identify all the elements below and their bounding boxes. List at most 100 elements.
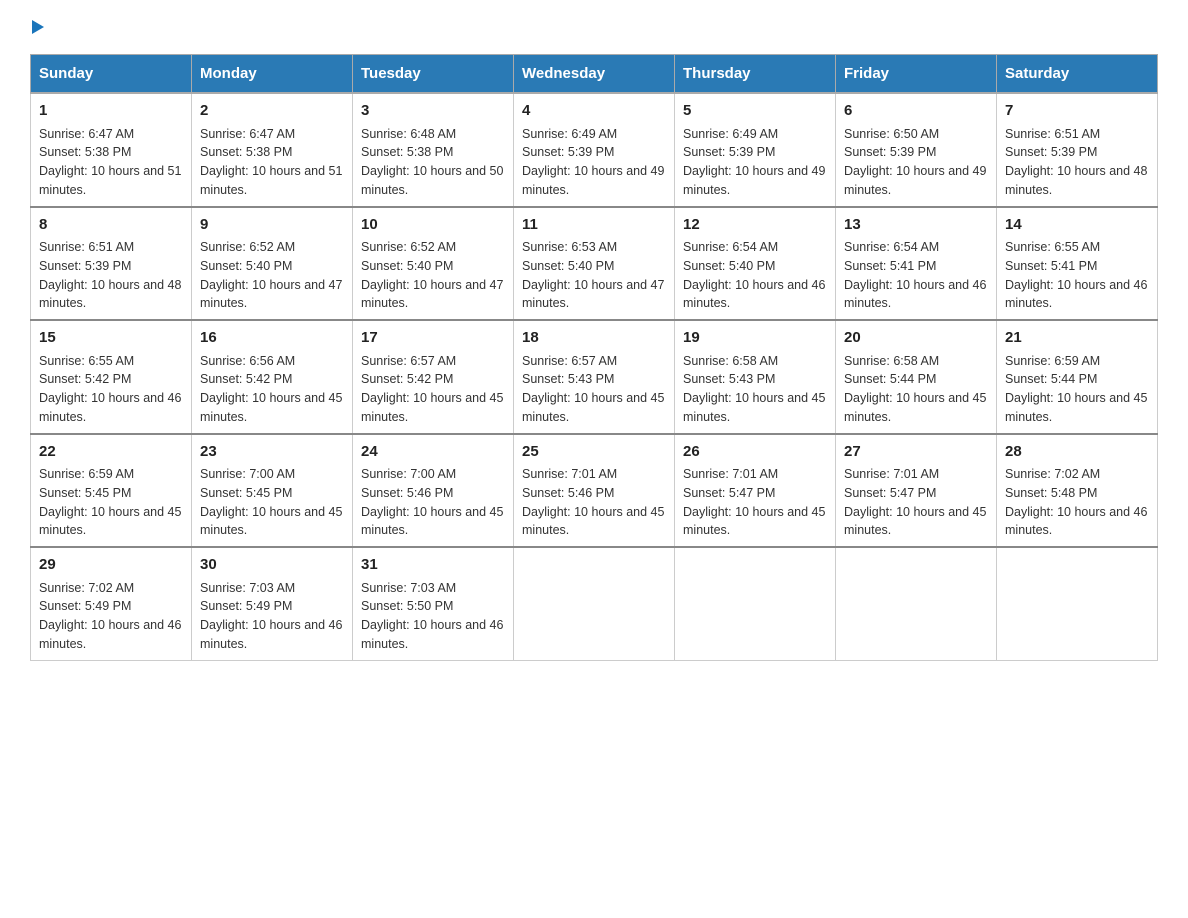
day-info: Sunrise: 7:03 AMSunset: 5:49 PMDaylight:… (200, 579, 344, 654)
calendar-cell: 1Sunrise: 6:47 AMSunset: 5:38 PMDaylight… (31, 93, 192, 207)
calendar-cell: 11Sunrise: 6:53 AMSunset: 5:40 PMDayligh… (514, 207, 675, 321)
day-info: Sunrise: 6:59 AMSunset: 5:45 PMDaylight:… (39, 465, 183, 540)
calendar-cell: 26Sunrise: 7:01 AMSunset: 5:47 PMDayligh… (675, 434, 836, 548)
calendar-cell: 5Sunrise: 6:49 AMSunset: 5:39 PMDaylight… (675, 93, 836, 207)
day-info: Sunrise: 6:47 AMSunset: 5:38 PMDaylight:… (39, 125, 183, 200)
calendar-cell: 24Sunrise: 7:00 AMSunset: 5:46 PMDayligh… (353, 434, 514, 548)
calendar-header-friday: Friday (836, 55, 997, 94)
day-number: 22 (39, 441, 183, 464)
calendar-week-row: 15Sunrise: 6:55 AMSunset: 5:42 PMDayligh… (31, 320, 1158, 434)
day-info: Sunrise: 7:02 AMSunset: 5:48 PMDaylight:… (1005, 465, 1149, 540)
day-number: 13 (844, 214, 988, 237)
calendar-header-row: SundayMondayTuesdayWednesdayThursdayFrid… (31, 55, 1158, 94)
day-number: 16 (200, 327, 344, 350)
calendar-week-row: 1Sunrise: 6:47 AMSunset: 5:38 PMDaylight… (31, 93, 1158, 207)
day-number: 28 (1005, 441, 1149, 464)
day-info: Sunrise: 6:53 AMSunset: 5:40 PMDaylight:… (522, 238, 666, 313)
day-number: 5 (683, 100, 827, 123)
calendar-cell: 14Sunrise: 6:55 AMSunset: 5:41 PMDayligh… (997, 207, 1158, 321)
calendar-cell: 31Sunrise: 7:03 AMSunset: 5:50 PMDayligh… (353, 547, 514, 660)
calendar-header-monday: Monday (192, 55, 353, 94)
calendar-cell: 21Sunrise: 6:59 AMSunset: 5:44 PMDayligh… (997, 320, 1158, 434)
day-number: 3 (361, 100, 505, 123)
calendar-cell: 13Sunrise: 6:54 AMSunset: 5:41 PMDayligh… (836, 207, 997, 321)
calendar-cell: 16Sunrise: 6:56 AMSunset: 5:42 PMDayligh… (192, 320, 353, 434)
day-info: Sunrise: 6:52 AMSunset: 5:40 PMDaylight:… (200, 238, 344, 313)
day-info: Sunrise: 7:01 AMSunset: 5:47 PMDaylight:… (844, 465, 988, 540)
day-info: Sunrise: 7:01 AMSunset: 5:47 PMDaylight:… (683, 465, 827, 540)
day-number: 6 (844, 100, 988, 123)
day-info: Sunrise: 6:49 AMSunset: 5:39 PMDaylight:… (522, 125, 666, 200)
calendar-cell: 17Sunrise: 6:57 AMSunset: 5:42 PMDayligh… (353, 320, 514, 434)
calendar-header-saturday: Saturday (997, 55, 1158, 94)
calendar-cell: 30Sunrise: 7:03 AMSunset: 5:49 PMDayligh… (192, 547, 353, 660)
day-number: 1 (39, 100, 183, 123)
page-header (30, 20, 1158, 34)
day-info: Sunrise: 6:49 AMSunset: 5:39 PMDaylight:… (683, 125, 827, 200)
calendar-cell: 10Sunrise: 6:52 AMSunset: 5:40 PMDayligh… (353, 207, 514, 321)
calendar-week-row: 8Sunrise: 6:51 AMSunset: 5:39 PMDaylight… (31, 207, 1158, 321)
calendar-header-thursday: Thursday (675, 55, 836, 94)
calendar-body: 1Sunrise: 6:47 AMSunset: 5:38 PMDaylight… (31, 93, 1158, 660)
day-info: Sunrise: 6:58 AMSunset: 5:44 PMDaylight:… (844, 352, 988, 427)
day-info: Sunrise: 7:02 AMSunset: 5:49 PMDaylight:… (39, 579, 183, 654)
calendar-cell: 25Sunrise: 7:01 AMSunset: 5:46 PMDayligh… (514, 434, 675, 548)
day-info: Sunrise: 6:51 AMSunset: 5:39 PMDaylight:… (1005, 125, 1149, 200)
day-number: 21 (1005, 327, 1149, 350)
calendar-header-tuesday: Tuesday (353, 55, 514, 94)
calendar-cell: 6Sunrise: 6:50 AMSunset: 5:39 PMDaylight… (836, 93, 997, 207)
day-number: 30 (200, 554, 344, 577)
day-number: 17 (361, 327, 505, 350)
day-number: 9 (200, 214, 344, 237)
calendar-cell: 12Sunrise: 6:54 AMSunset: 5:40 PMDayligh… (675, 207, 836, 321)
day-number: 2 (200, 100, 344, 123)
calendar-week-row: 29Sunrise: 7:02 AMSunset: 5:49 PMDayligh… (31, 547, 1158, 660)
day-info: Sunrise: 6:51 AMSunset: 5:39 PMDaylight:… (39, 238, 183, 313)
day-number: 23 (200, 441, 344, 464)
calendar-cell: 23Sunrise: 7:00 AMSunset: 5:45 PMDayligh… (192, 434, 353, 548)
day-number: 15 (39, 327, 183, 350)
calendar-cell: 15Sunrise: 6:55 AMSunset: 5:42 PMDayligh… (31, 320, 192, 434)
calendar-cell: 28Sunrise: 7:02 AMSunset: 5:48 PMDayligh… (997, 434, 1158, 548)
calendar-cell: 3Sunrise: 6:48 AMSunset: 5:38 PMDaylight… (353, 93, 514, 207)
day-info: Sunrise: 7:00 AMSunset: 5:45 PMDaylight:… (200, 465, 344, 540)
day-number: 18 (522, 327, 666, 350)
day-number: 12 (683, 214, 827, 237)
calendar-cell: 9Sunrise: 6:52 AMSunset: 5:40 PMDaylight… (192, 207, 353, 321)
calendar-cell: 2Sunrise: 6:47 AMSunset: 5:38 PMDaylight… (192, 93, 353, 207)
day-info: Sunrise: 6:48 AMSunset: 5:38 PMDaylight:… (361, 125, 505, 200)
day-info: Sunrise: 6:54 AMSunset: 5:41 PMDaylight:… (844, 238, 988, 313)
logo (30, 20, 44, 34)
day-info: Sunrise: 6:58 AMSunset: 5:43 PMDaylight:… (683, 352, 827, 427)
day-info: Sunrise: 7:01 AMSunset: 5:46 PMDaylight:… (522, 465, 666, 540)
day-number: 26 (683, 441, 827, 464)
day-info: Sunrise: 6:59 AMSunset: 5:44 PMDaylight:… (1005, 352, 1149, 427)
day-number: 19 (683, 327, 827, 350)
day-number: 10 (361, 214, 505, 237)
day-info: Sunrise: 6:52 AMSunset: 5:40 PMDaylight:… (361, 238, 505, 313)
day-number: 8 (39, 214, 183, 237)
calendar-week-row: 22Sunrise: 6:59 AMSunset: 5:45 PMDayligh… (31, 434, 1158, 548)
calendar-cell: 19Sunrise: 6:58 AMSunset: 5:43 PMDayligh… (675, 320, 836, 434)
day-info: Sunrise: 6:55 AMSunset: 5:42 PMDaylight:… (39, 352, 183, 427)
day-number: 25 (522, 441, 666, 464)
calendar-cell: 7Sunrise: 6:51 AMSunset: 5:39 PMDaylight… (997, 93, 1158, 207)
calendar-cell (514, 547, 675, 660)
calendar-header-wednesday: Wednesday (514, 55, 675, 94)
day-info: Sunrise: 6:54 AMSunset: 5:40 PMDaylight:… (683, 238, 827, 313)
day-info: Sunrise: 7:00 AMSunset: 5:46 PMDaylight:… (361, 465, 505, 540)
day-number: 11 (522, 214, 666, 237)
calendar-cell: 29Sunrise: 7:02 AMSunset: 5:49 PMDayligh… (31, 547, 192, 660)
day-number: 24 (361, 441, 505, 464)
calendar-cell (675, 547, 836, 660)
calendar-cell (997, 547, 1158, 660)
calendar-cell: 8Sunrise: 6:51 AMSunset: 5:39 PMDaylight… (31, 207, 192, 321)
day-info: Sunrise: 7:03 AMSunset: 5:50 PMDaylight:… (361, 579, 505, 654)
calendar-cell: 22Sunrise: 6:59 AMSunset: 5:45 PMDayligh… (31, 434, 192, 548)
day-info: Sunrise: 6:55 AMSunset: 5:41 PMDaylight:… (1005, 238, 1149, 313)
logo-triangle-icon (32, 20, 44, 34)
calendar-cell (836, 547, 997, 660)
calendar-cell: 20Sunrise: 6:58 AMSunset: 5:44 PMDayligh… (836, 320, 997, 434)
day-number: 14 (1005, 214, 1149, 237)
day-number: 29 (39, 554, 183, 577)
